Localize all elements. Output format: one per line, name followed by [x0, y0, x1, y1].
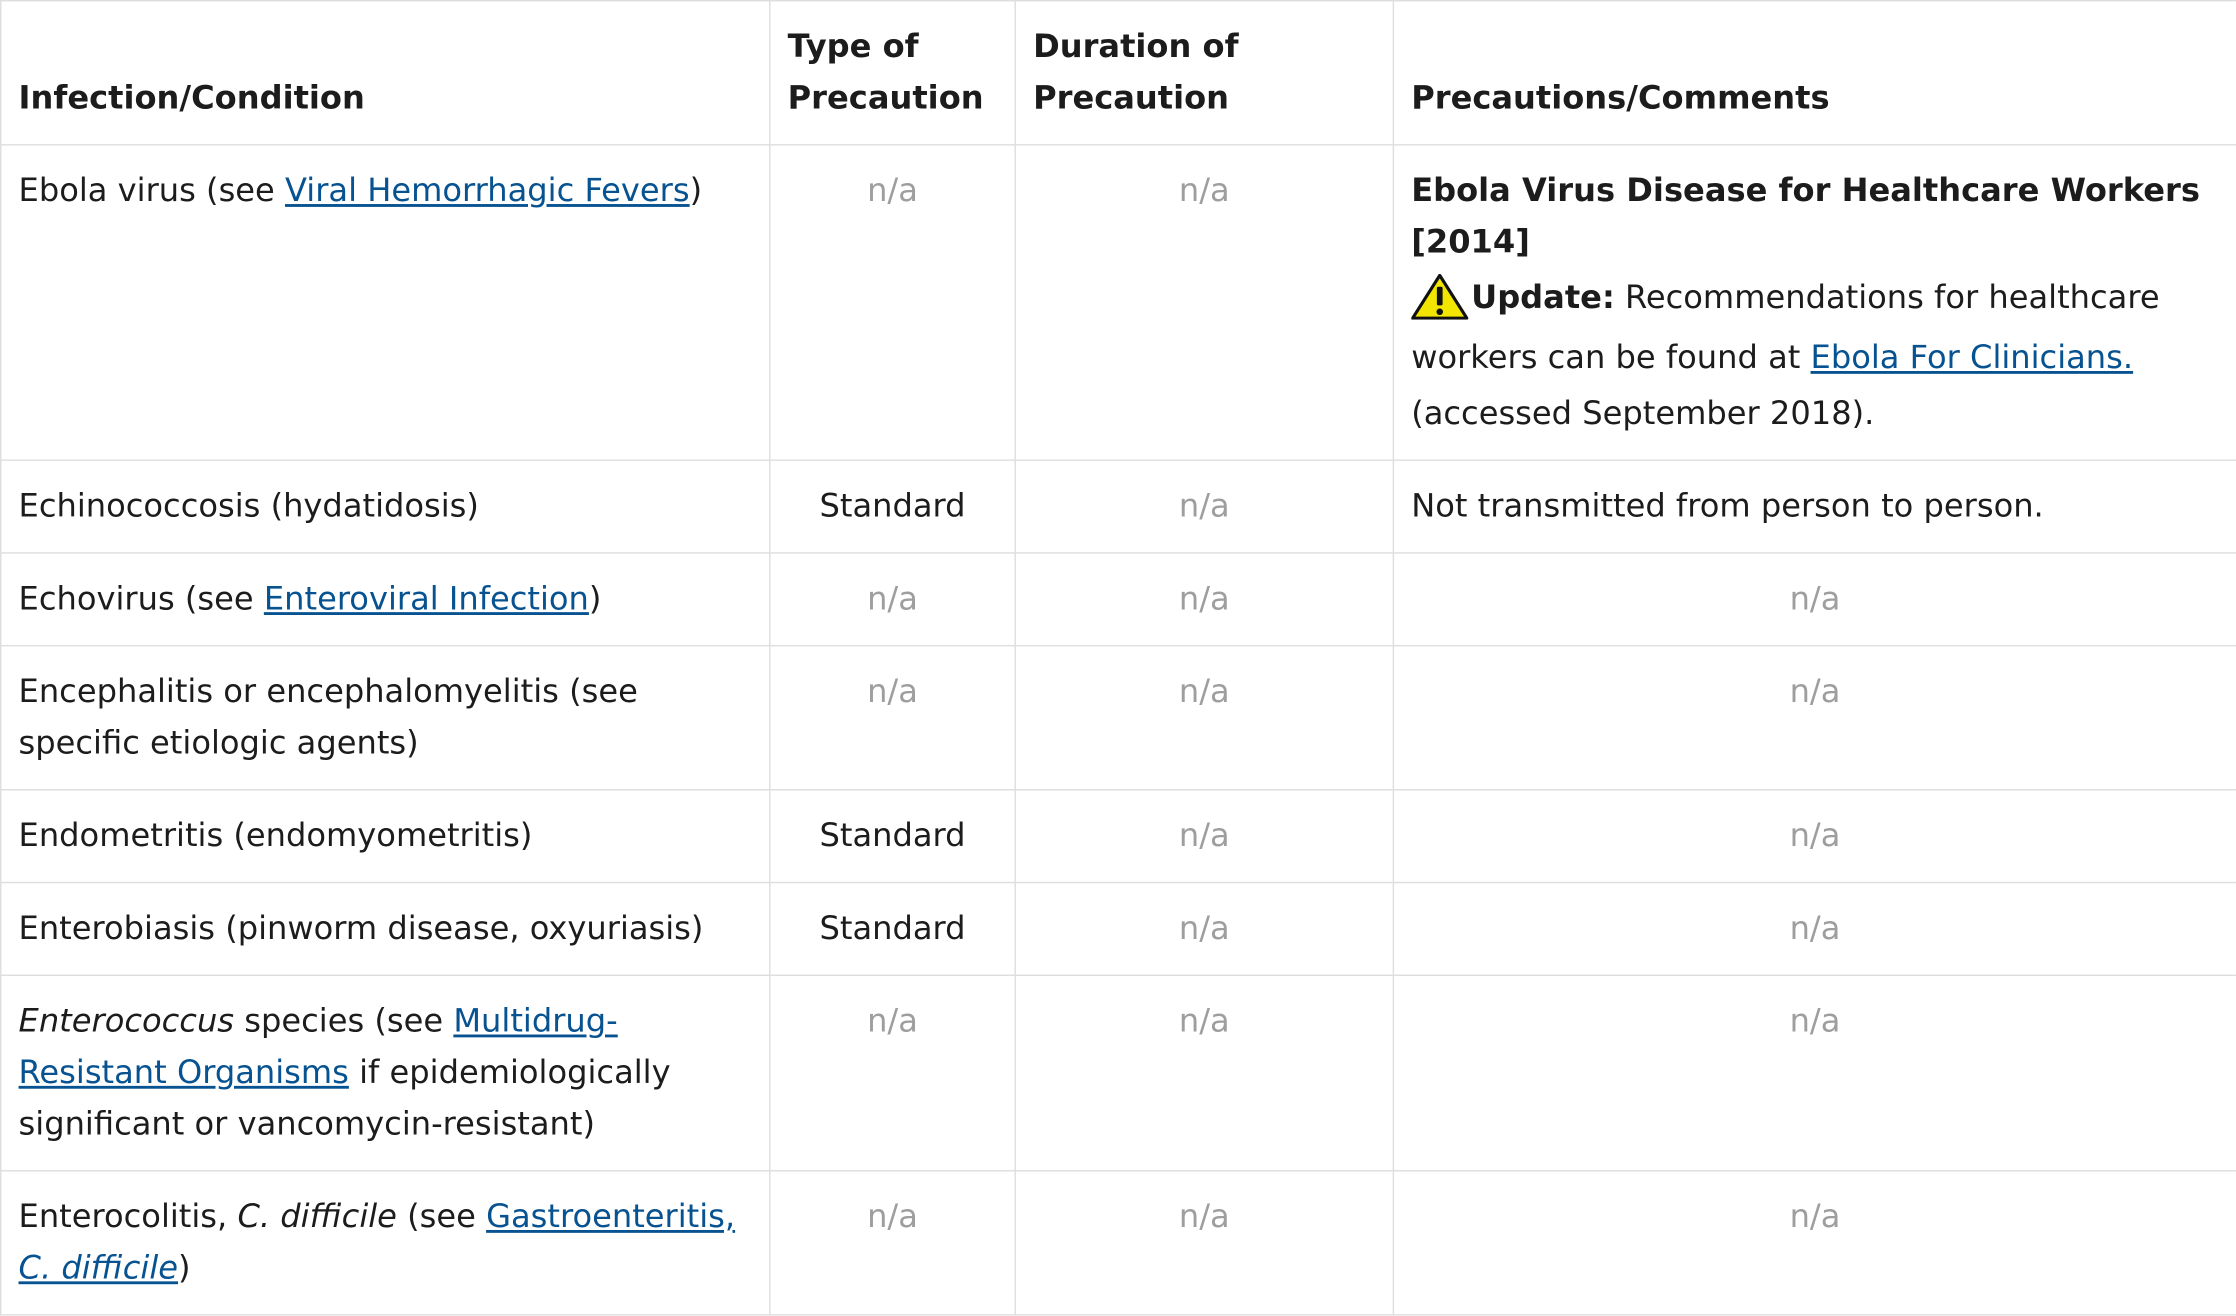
ebola-for-clinicians-link[interactable]: Ebola For Clinicians.	[1811, 340, 2134, 377]
table-row: Enterocolitis, C. difficile (see Gastroe…	[0, 1170, 2236, 1316]
condition-text-suffix: )	[178, 1249, 191, 1288]
type-cell: n/a	[769, 644, 1016, 791]
link-italic: C. difficile	[18, 1249, 179, 1288]
condition-cell: Ebola virus (see Viral Hemorrhagic Fever…	[0, 144, 771, 461]
update-tail: (accessed September 2018).	[1411, 395, 1875, 433]
table-row: Echinococcosis (hydatidosis) Standard n/…	[0, 459, 2236, 554]
duration-cell: n/a	[1014, 881, 1395, 976]
comments-cell: Not transmitted from person to person.	[1392, 459, 2236, 554]
viral-hemorrhagic-fevers-link[interactable]: Viral Hemorrhagic Fevers	[285, 173, 690, 210]
duration-cell: n/a	[1014, 974, 1395, 1172]
condition-italic: Enterococcus	[18, 1003, 235, 1041]
link-text: Gastroenteritis,	[486, 1198, 736, 1236]
type-cell: Standard	[769, 881, 1016, 976]
type-cell: n/a	[769, 974, 1016, 1172]
comments-cell: n/a	[1392, 881, 2236, 976]
table-row: Encephalitis or encephalomyelitis (see s…	[0, 644, 2236, 791]
duration-cell: n/a	[1014, 459, 1395, 554]
condition-text-mid: (see	[396, 1198, 487, 1236]
comments-cell: n/a	[1392, 644, 2236, 791]
type-cell: n/a	[769, 1170, 1016, 1316]
table-header-row: Infection/Condition Type of Precaution D…	[0, 0, 2236, 146]
table-row: Echovirus (see Enteroviral Infection) n/…	[0, 552, 2236, 647]
comments-cell: n/a	[1392, 552, 2236, 647]
header-infection-condition: Infection/Condition	[0, 0, 771, 146]
type-cell: Standard	[769, 789, 1016, 884]
comments-cell: n/a	[1392, 1170, 2236, 1316]
condition-cell: Echinococcosis (hydatidosis)	[0, 459, 771, 554]
ebola-update: Update: Recommendations for healthcare w…	[1411, 268, 2219, 388]
condition-text: species (see	[234, 1003, 454, 1041]
duration-cell: n/a	[1014, 144, 1395, 461]
header-type-of-precaution: Type of Precaution	[769, 0, 1016, 146]
comments-cell: n/a	[1392, 789, 2236, 884]
condition-cell: Echovirus (see Enteroviral Infection)	[0, 552, 771, 647]
condition-text: Echovirus (see	[18, 580, 264, 618]
precautions-table: Infection/Condition Type of Precaution D…	[0, 0, 2236, 1316]
condition-text-suffix: )	[689, 172, 703, 210]
table-row: Endometritis (endomyometritis) Standard …	[0, 789, 2236, 884]
type-cell: n/a	[769, 552, 1016, 647]
enteroviral-infection-link[interactable]: Enteroviral Infection	[264, 581, 589, 618]
type-cell: n/a	[769, 144, 1016, 461]
table-row: Ebola virus (see Viral Hemorrhagic Fever…	[0, 144, 2236, 461]
condition-cell: Enterobiasis (pinworm disease, oxyuriasi…	[0, 881, 771, 976]
condition-cell: Encephalitis or encephalomyelitis (see s…	[0, 644, 771, 791]
header-duration-of-precaution: Duration of Precaution	[1014, 0, 1395, 146]
update-label: Update:	[1471, 279, 1615, 317]
condition-italic: C. difficile	[237, 1198, 397, 1236]
condition-cell: Endometritis (endomyometritis)	[0, 789, 771, 884]
condition-text: Ebola virus (see	[18, 172, 286, 210]
warning-triangle-icon	[1411, 273, 1469, 320]
duration-cell: n/a	[1014, 644, 1395, 791]
duration-cell: n/a	[1014, 789, 1395, 884]
condition-cell: Enterococcus species (see Multidrug-Resi…	[0, 974, 771, 1172]
comments-cell: Ebola Virus Disease for Healthcare Worke…	[1392, 144, 2236, 461]
condition-text-suffix: )	[588, 580, 602, 618]
condition-text: Enterocolitis,	[18, 1198, 238, 1236]
condition-cell: Enterocolitis, C. difficile (see Gastroe…	[0, 1170, 771, 1316]
header-precautions-comments: Precautions/Comments	[1392, 0, 2236, 146]
table-row: Enterococcus species (see Multidrug-Resi…	[0, 974, 2236, 1172]
comments-cell: n/a	[1392, 974, 2236, 1172]
type-cell: Standard	[769, 459, 1016, 554]
ebola-comment-title: Ebola Virus Disease for Healthcare Worke…	[1411, 172, 2200, 262]
table-row: Enterobiasis (pinworm disease, oxyuriasi…	[0, 881, 2236, 976]
duration-cell: n/a	[1014, 552, 1395, 647]
duration-cell: n/a	[1014, 1170, 1395, 1316]
